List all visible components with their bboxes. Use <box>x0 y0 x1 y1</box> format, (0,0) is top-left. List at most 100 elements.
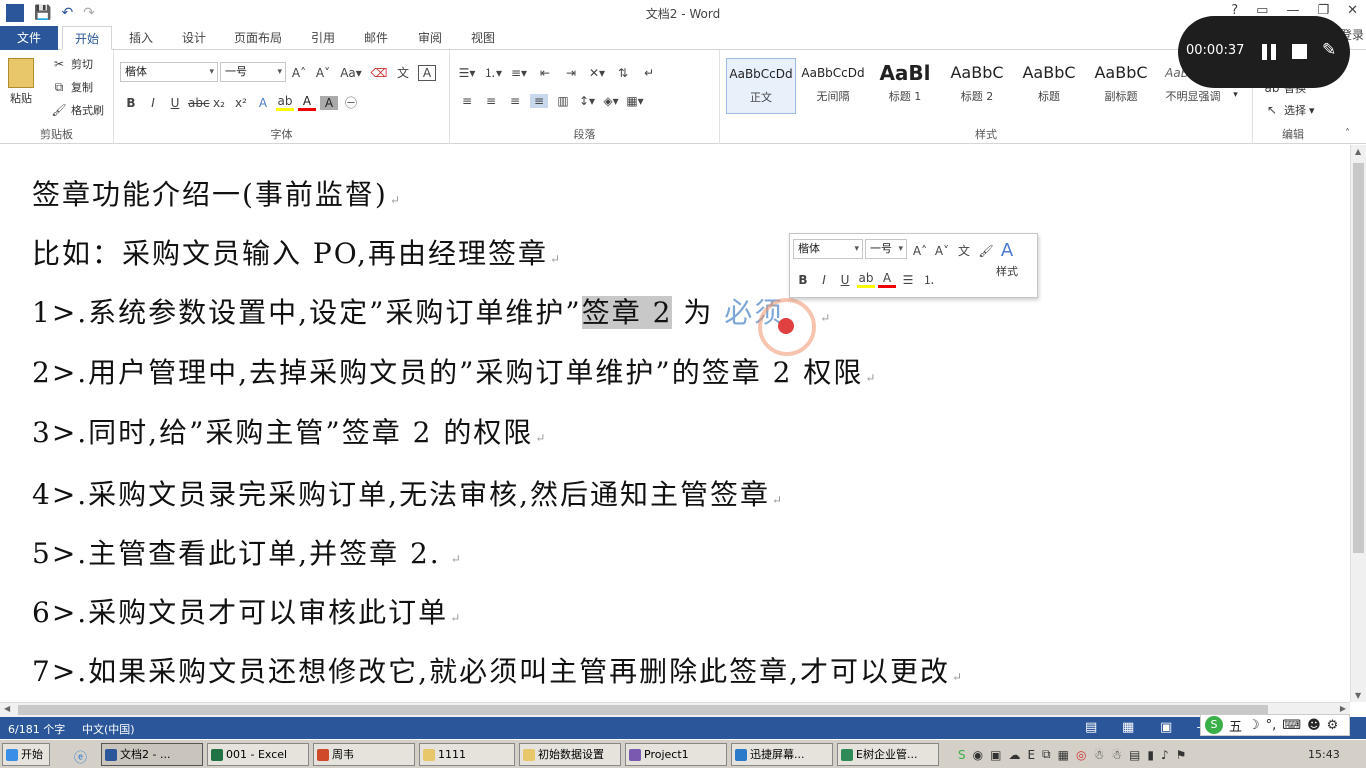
clear-format-icon[interactable]: ⌫ <box>370 66 388 80</box>
show-marks-icon[interactable]: ↵ <box>640 66 658 80</box>
tab-references[interactable]: 引用 <box>299 26 347 50</box>
qq-icon[interactable]: ☃ <box>1093 748 1104 762</box>
tab-insert[interactable]: 插入 <box>117 26 165 50</box>
char-shading-icon[interactable]: A <box>320 95 338 110</box>
mini-font-combo[interactable]: 楷体 <box>793 239 863 259</box>
volume-icon[interactable]: ♪ <box>1161 748 1169 762</box>
copy-button[interactable]: ⧉ 复制 <box>50 79 93 95</box>
horizontal-scrollbar[interactable]: ◀ ▶ <box>0 702 1350 717</box>
font-color-icon[interactable]: A <box>298 94 316 111</box>
shrink-font-icon[interactable]: A˅ <box>933 244 951 258</box>
decrease-indent-icon[interactable]: ⇤ <box>536 66 554 80</box>
sogou-icon[interactable]: S <box>1205 716 1223 734</box>
font-size-combo[interactable]: 一号 <box>220 62 286 82</box>
stop-icon[interactable] <box>1292 44 1307 59</box>
style-heading-1[interactable]: AaBl 标题 1 <box>870 58 940 114</box>
tray-device-icon[interactable]: ▤ <box>1129 748 1140 762</box>
web-layout-icon[interactable]: ▣ <box>1160 720 1172 735</box>
highlight-icon[interactable]: ab <box>276 94 294 111</box>
sogou-tray-icon[interactable]: S <box>958 748 966 762</box>
task-recorder[interactable]: 迅捷屏幕... <box>731 743 833 766</box>
pen-icon[interactable]: ✎ <box>1322 40 1336 60</box>
collapse-ribbon-icon[interactable]: ˄ <box>1345 128 1350 139</box>
style-normal[interactable]: AaBbCcDd 正文 <box>726 58 796 114</box>
punctuation-icon[interactable]: °, <box>1266 718 1277 733</box>
scroll-right-icon[interactable]: ▶ <box>1340 704 1346 713</box>
task-folder-init[interactable]: 初始数据设置 <box>519 743 621 766</box>
style-title[interactable]: AaBbC 标题 <box>1014 58 1084 114</box>
tab-design[interactable]: 设计 <box>170 26 218 50</box>
underline-icon[interactable]: U <box>166 96 184 110</box>
task-project1[interactable]: Project1 <box>625 743 727 766</box>
grow-font-icon[interactable]: A˄ <box>911 244 929 258</box>
moon-icon[interactable]: ☽ <box>1248 718 1260 733</box>
line-spacing-icon[interactable]: ↕▾ <box>578 94 596 108</box>
format-painter-icon[interactable]: 🖌 <box>977 244 995 258</box>
select-button[interactable]: ↖ 选择 ▾ <box>1263 102 1315 118</box>
cloud-icon[interactable]: ☁ <box>1008 748 1020 762</box>
italic-icon[interactable]: I <box>144 96 162 110</box>
task-folder-1111[interactable]: 1111 <box>419 743 515 766</box>
align-left-icon[interactable]: ≡ <box>458 94 476 108</box>
tab-layout[interactable]: 页面布局 <box>222 26 294 50</box>
phonetic-guide-icon[interactable]: 文 <box>394 64 412 81</box>
bold-icon[interactable]: B <box>794 273 812 287</box>
tray-window-icon[interactable]: ⧉ <box>1042 747 1051 762</box>
signal-icon[interactable]: ▮ <box>1147 748 1154 762</box>
text-effects-icon[interactable]: A <box>254 96 272 110</box>
mini-styles-button[interactable]: A 样式 <box>996 240 1018 279</box>
bold-icon[interactable]: B <box>122 96 140 110</box>
more-styles-icon[interactable]: ▾ <box>1233 90 1238 100</box>
subscript-icon[interactable]: x₂ <box>210 96 228 110</box>
language-indicator[interactable]: 中文(中国) <box>82 721 135 737</box>
document-page[interactable]: 签章功能介绍一(事前监督) ↵ 比如：采购文员输入 PO,再由经理签章 ↵ 1>.系… <box>0 145 1350 702</box>
font-name-combo[interactable]: 楷体 <box>120 62 218 82</box>
paste-button[interactable]: 粘贴 <box>8 58 34 106</box>
scroll-up-icon[interactable]: ▲ <box>1355 147 1361 156</box>
increase-indent-icon[interactable]: ⇥ <box>562 66 580 80</box>
bullets-icon[interactable]: ☰ <box>899 273 917 287</box>
ie-icon[interactable]: ⓔ <box>74 747 87 766</box>
read-mode-icon[interactable]: ▤ <box>1085 720 1097 735</box>
numbering-icon[interactable]: ⒈▾ <box>484 64 502 81</box>
pause-icon[interactable] <box>1262 44 1278 60</box>
ime-mode-icon[interactable]: 五 <box>1229 716 1242 735</box>
distributed-icon[interactable]: ▥ <box>554 94 572 108</box>
grow-font-icon[interactable]: A˄ <box>290 66 308 80</box>
vertical-scroll-thumb[interactable] <box>1353 163 1364 553</box>
print-layout-icon[interactable]: ▦ <box>1122 720 1134 735</box>
numbering-icon[interactable]: ⒈ <box>920 271 938 288</box>
scroll-down-icon[interactable]: ▼ <box>1355 691 1361 700</box>
settings-icon[interactable]: ⚙ <box>1327 718 1339 733</box>
keyboard-icon[interactable]: ⌨ <box>1282 718 1301 733</box>
word-count[interactable]: 6/181 个字 <box>8 721 65 737</box>
underline-icon[interactable]: U <box>836 273 854 287</box>
clock[interactable]: 15:43 <box>1308 748 1340 761</box>
enclose-char-icon[interactable]: ㊀ <box>342 94 360 111</box>
style-subtitle[interactable]: AaBbC 副标题 <box>1086 58 1156 114</box>
sort-icon[interactable]: ⇅ <box>614 66 632 80</box>
vertical-scrollbar[interactable]: ▲ ▼ <box>1350 145 1366 702</box>
tray-icon-e[interactable]: E <box>1027 748 1035 762</box>
font-color-icon[interactable]: A <box>878 271 896 288</box>
user-icon[interactable]: ☻ <box>1307 718 1321 733</box>
asian-layout-icon[interactable]: ✕▾ <box>588 66 606 80</box>
antivirus-icon[interactable]: ◎ <box>1076 748 1086 762</box>
task-excel[interactable]: 001 - Excel <box>207 743 309 766</box>
task-erp[interactable]: E树企业管... <box>837 743 939 766</box>
tray-grid-icon[interactable]: ▦ <box>1058 748 1069 762</box>
task-chat[interactable]: 周韦 <box>313 743 415 766</box>
change-case-icon[interactable]: Aa▾ <box>338 66 364 80</box>
app-tray-icon[interactable]: ▣ <box>990 748 1001 762</box>
qq-icon-2[interactable]: ☃ <box>1111 748 1122 762</box>
task-word[interactable]: 文档2 - ... <box>101 743 203 766</box>
italic-icon[interactable]: I <box>815 273 833 287</box>
flag-icon[interactable]: ⚑ <box>1176 748 1187 762</box>
shrink-font-icon[interactable]: A˅ <box>314 66 332 80</box>
tab-review[interactable]: 审阅 <box>406 26 454 50</box>
multilevel-list-icon[interactable]: ≡▾ <box>510 66 528 80</box>
scroll-left-icon[interactable]: ◀ <box>4 704 10 713</box>
start-button[interactable]: 开始 <box>2 743 50 766</box>
strikethrough-icon[interactable]: abc <box>188 96 210 110</box>
tab-mailings[interactable]: 邮件 <box>352 26 400 50</box>
